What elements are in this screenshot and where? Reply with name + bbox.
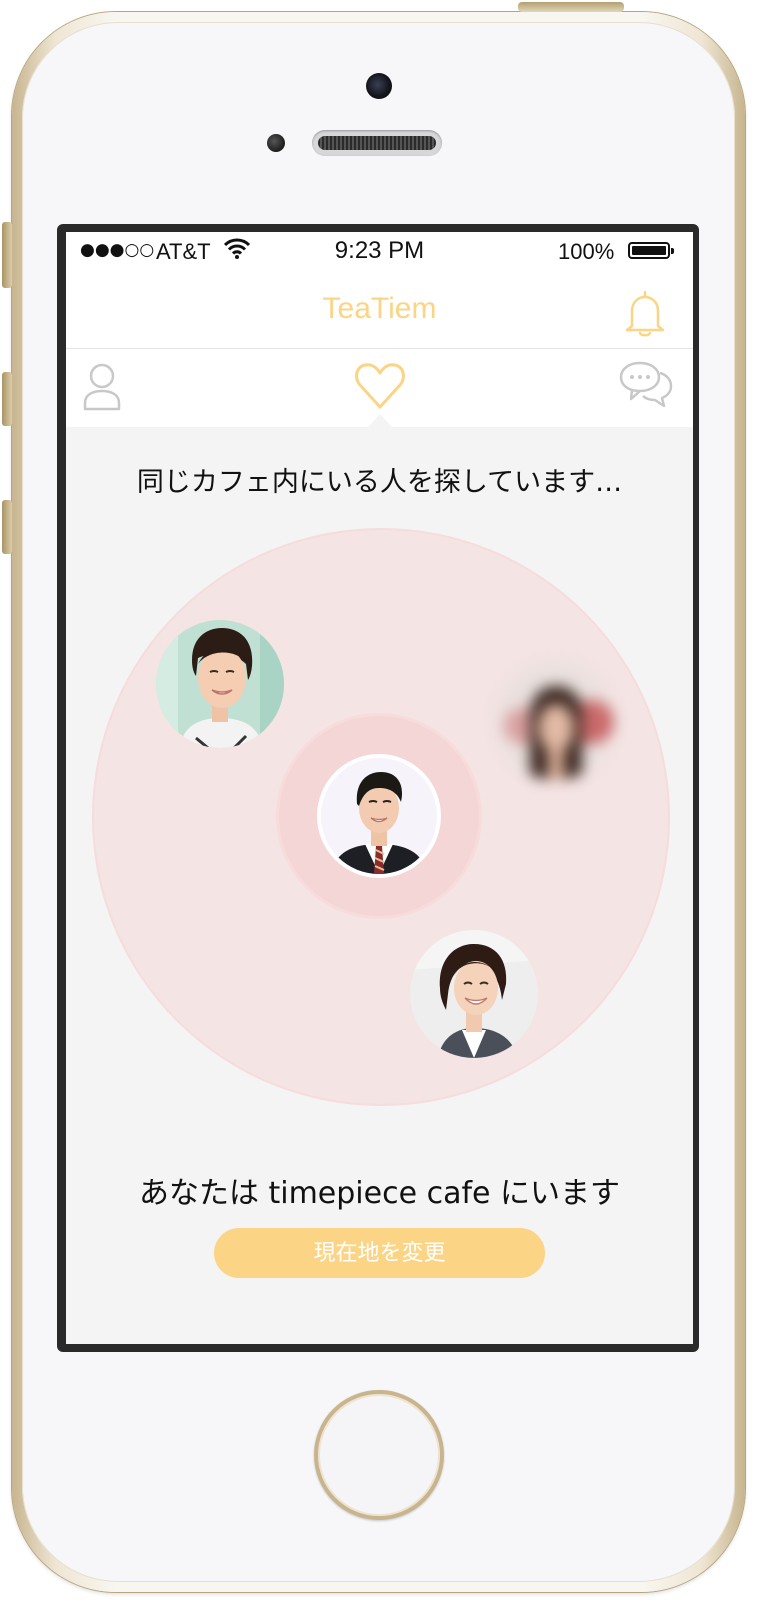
volume-down-button xyxy=(2,500,12,554)
nearby-user-avatar-blurred[interactable] xyxy=(496,662,614,780)
chat-bubbles-icon xyxy=(619,361,673,408)
active-tab-indicator xyxy=(368,414,392,427)
nearby-user-avatar[interactable] xyxy=(156,620,284,748)
earpiece-speaker xyxy=(312,130,442,156)
current-location-text: あなたは timepiece cafe にいます xyxy=(138,1176,621,1211)
battery-percentage: 100% xyxy=(558,239,615,264)
tab-messages[interactable] xyxy=(618,359,674,415)
battery-icon xyxy=(628,242,674,259)
heart-icon xyxy=(355,363,405,409)
app-title: TeaTiem xyxy=(322,292,437,325)
search-status-text: 同じカフェ内にいる人を探しています… xyxy=(136,467,623,498)
nearby-user-avatar[interactable] xyxy=(410,930,538,1058)
navigation-bar: TeaTiem xyxy=(66,272,693,349)
tab-match[interactable] xyxy=(352,359,408,415)
person-icon xyxy=(83,363,121,411)
front-camera xyxy=(366,73,392,99)
home-button[interactable] xyxy=(314,1390,444,1520)
bell-icon[interactable] xyxy=(622,290,668,338)
status-bar: ●●●○○ AT&T 9:23 PM 100% xyxy=(66,232,693,272)
volume-up-button xyxy=(2,372,12,426)
proximity-sensor xyxy=(267,134,285,152)
current-user-avatar[interactable] xyxy=(317,754,441,878)
mute-switch xyxy=(2,222,12,288)
change-location-button[interactable]: 現在地を変更 xyxy=(214,1228,545,1278)
power-button xyxy=(518,2,624,12)
tab-profile[interactable] xyxy=(80,359,136,415)
app-screen: ●●●○○ AT&T 9:23 PM 100% TeaTiem 同じカフェ内にい… xyxy=(66,232,693,1344)
